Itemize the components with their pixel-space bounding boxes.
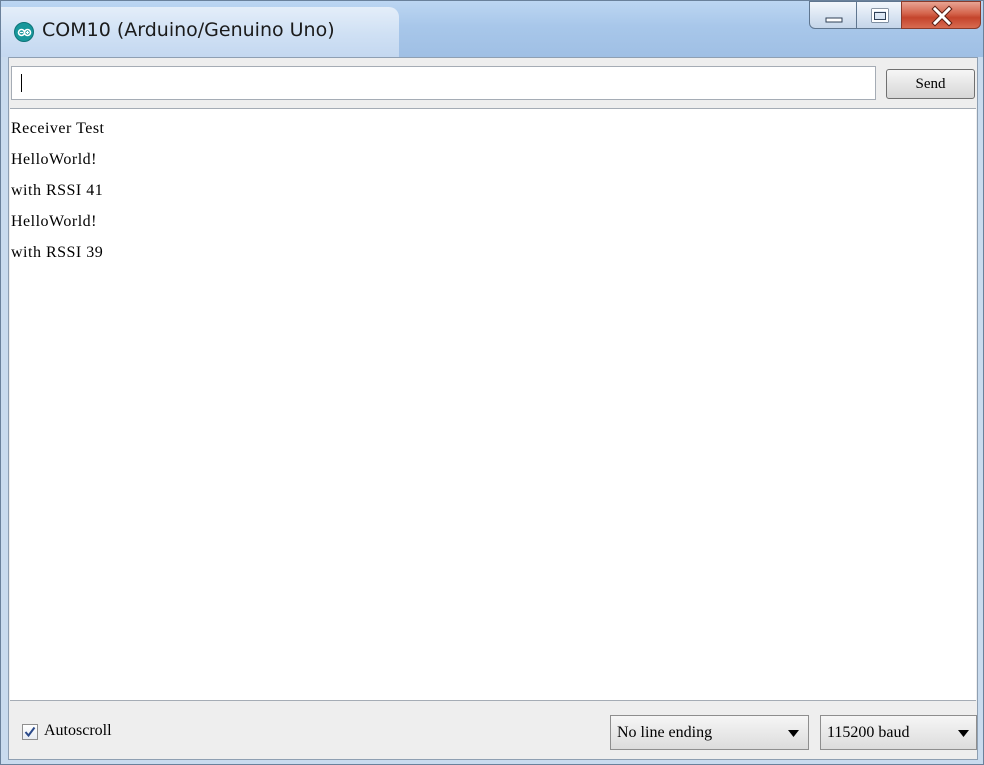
chevron-down-icon <box>788 730 799 737</box>
output-line: HelloWorld! <box>11 213 97 230</box>
checkmark-icon <box>24 726 36 738</box>
baud-rate-value: 115200 baud <box>827 724 910 741</box>
output-line: with RSSI 39 <box>11 244 104 261</box>
autoscroll-label: Autoscroll <box>44 722 112 739</box>
serial-monitor-window: COM10 (Arduino/Genuino Uno) Send Receive… <box>0 0 984 765</box>
maximize-icon <box>871 8 889 23</box>
text-cursor <box>21 74 22 92</box>
line-ending-select[interactable]: No line ending <box>610 715 809 750</box>
serial-monitor-content: Send Receiver Test HelloWorld! with RSSI… <box>8 57 978 760</box>
maximize-button[interactable] <box>856 1 902 29</box>
arduino-icon[interactable] <box>14 22 34 42</box>
serial-output[interactable]: Receiver Test HelloWorld! with RSSI 41 H… <box>10 108 976 701</box>
input-row: Send <box>9 58 977 108</box>
close-icon <box>931 5 953 27</box>
output-line: Receiver Test <box>11 120 105 137</box>
caption-buttons <box>809 1 981 31</box>
serial-input[interactable] <box>11 66 876 100</box>
chevron-down-icon <box>958 730 969 737</box>
output-line: with RSSI 41 <box>11 182 104 199</box>
window-title: COM10 (Arduino/Genuino Uno) <box>42 19 335 41</box>
bottom-toolbar: Autoscroll No line ending 115200 baud <box>9 701 977 759</box>
autoscroll-checkbox[interactable] <box>22 724 38 740</box>
minimize-icon <box>825 17 843 23</box>
title-bar[interactable]: COM10 (Arduino/Genuino Uno) <box>1 1 983 57</box>
output-line: HelloWorld! <box>11 151 97 168</box>
line-ending-value: No line ending <box>617 724 713 741</box>
minimize-button[interactable] <box>809 1 857 29</box>
close-button[interactable] <box>901 1 981 29</box>
baud-rate-select[interactable]: 115200 baud <box>820 715 977 750</box>
send-button[interactable]: Send <box>886 69 975 99</box>
